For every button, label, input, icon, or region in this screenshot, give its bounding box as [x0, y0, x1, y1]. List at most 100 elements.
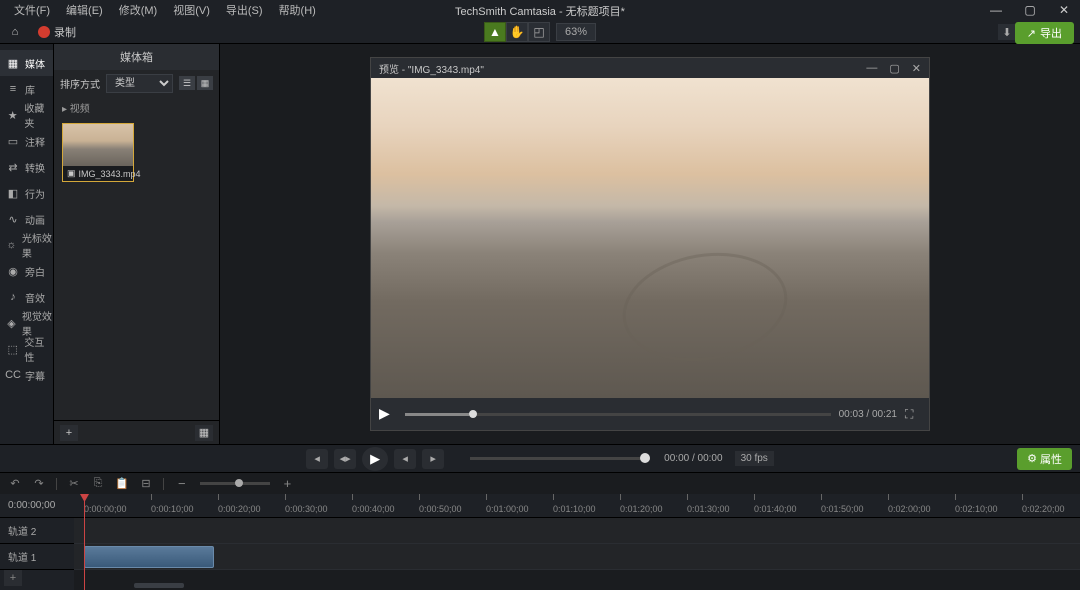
- animation-icon: ∿: [6, 213, 20, 226]
- zoom-out-icon[interactable]: −: [174, 476, 190, 491]
- ruler-tick: 0:02:20;00: [1022, 504, 1065, 514]
- view-list-icon[interactable]: ☰: [179, 76, 195, 90]
- track-row-1[interactable]: [74, 544, 1080, 570]
- menu-export[interactable]: 导出(S): [218, 2, 271, 18]
- step-fwd-button[interactable]: ◂: [394, 449, 416, 469]
- time-ruler[interactable]: 0:00:00;000:00:10;000:00:20;000:00:30;00…: [74, 494, 1080, 518]
- preview-play-button[interactable]: ▶: [379, 405, 397, 423]
- menu-file[interactable]: 文件(F): [6, 2, 58, 18]
- timeline-scrollbar[interactable]: [74, 582, 1080, 590]
- sidebar-item-interactivity[interactable]: ⬚交互性: [0, 336, 53, 362]
- sidebar-item-favorites[interactable]: ★收藏夹: [0, 102, 53, 128]
- track-row-2[interactable]: [74, 518, 1080, 544]
- sort-row: 排序方式 类型 ☰ ▦: [54, 70, 219, 96]
- sidebar-item-visual-effects[interactable]: ◈视觉效果: [0, 310, 53, 336]
- track-header-1[interactable]: 轨道 1: [0, 544, 74, 570]
- playback-knob[interactable]: [640, 453, 650, 463]
- preview-maximize-icon[interactable]: ▢: [889, 62, 899, 75]
- preview-scrubber[interactable]: [405, 413, 831, 416]
- timeline-clip[interactable]: [84, 546, 214, 568]
- menu-modify[interactable]: 修改(M): [111, 2, 166, 18]
- tracks-area[interactable]: 0:00:00;000:00:10;000:00:20;000:00:30;00…: [74, 494, 1080, 590]
- behavior-icon: ◧: [6, 187, 20, 200]
- timeline-toolbar: ↶ ↷ ✂ ⎘ 📋 ⊟ − +: [0, 472, 1080, 494]
- annotation-icon: ▭: [6, 135, 20, 148]
- cursor-effect-icon: ☼: [6, 239, 17, 251]
- timeline-zoom-slider[interactable]: [200, 482, 270, 485]
- sidebar-item-audio-effects[interactable]: ♪音效: [0, 284, 53, 310]
- sidebar-item-library[interactable]: ≡库: [0, 76, 53, 102]
- sidebar-item-captions[interactable]: CC字幕: [0, 362, 53, 388]
- add-media-button[interactable]: +: [60, 425, 78, 441]
- view-grid-icon[interactable]: ▦: [197, 76, 213, 90]
- download-icon[interactable]: ⬇: [998, 24, 1016, 40]
- hand-tool[interactable]: ✋: [506, 22, 528, 42]
- sidebar-item-annotations[interactable]: ▭注释: [0, 128, 53, 154]
- playback-slider[interactable]: [470, 457, 650, 460]
- caption-icon: CC: [6, 369, 20, 381]
- properties-button[interactable]: ⚙ 属性: [1017, 448, 1072, 470]
- home-icon[interactable]: ⌂: [6, 24, 24, 40]
- undo-icon[interactable]: ↶: [8, 477, 22, 491]
- ruler-tick: 0:01:00;00: [486, 504, 529, 514]
- record-button[interactable]: 录制: [32, 22, 82, 42]
- panel-title: 媒体箱: [54, 44, 219, 70]
- scrub-knob[interactable]: [469, 410, 477, 418]
- timeline: 0:00:00;00 轨道 2 轨道 1 0:00:00;000:00:10;0…: [0, 494, 1080, 590]
- preview-minimize-icon[interactable]: —: [866, 62, 877, 75]
- step-back-button[interactable]: ◂▸: [334, 449, 356, 469]
- next-frame-button[interactable]: ▸: [422, 449, 444, 469]
- playhead[interactable]: [84, 494, 85, 590]
- sidebar-item-cursor-effects[interactable]: ☼光标效果: [0, 232, 53, 258]
- thumb-image: [63, 124, 133, 166]
- sidebar-item-behaviors[interactable]: ◧行为: [0, 180, 53, 206]
- prev-frame-button[interactable]: ◂: [306, 449, 328, 469]
- sidebar-item-media[interactable]: ▦媒体: [0, 50, 53, 76]
- zoom-in-icon[interactable]: +: [280, 476, 296, 491]
- redo-icon[interactable]: ↷: [32, 477, 46, 491]
- ruler-tick: 0:00:40;00: [352, 504, 395, 514]
- media-icon: ▦: [6, 57, 20, 70]
- split-icon[interactable]: ⊟: [139, 477, 153, 491]
- crop-tool[interactable]: ◰: [528, 22, 550, 42]
- add-track-button[interactable]: +: [4, 570, 22, 586]
- cut-icon[interactable]: ✂: [67, 477, 81, 491]
- menu-view[interactable]: 视图(V): [165, 2, 218, 18]
- zoom-knob[interactable]: [235, 479, 243, 487]
- track-header-2[interactable]: 轨道 2: [0, 518, 74, 544]
- ruler-tick: 0:00:50;00: [419, 504, 462, 514]
- minimize-icon[interactable]: —: [984, 2, 1008, 18]
- menu-help[interactable]: 帮助(H): [271, 2, 324, 18]
- fps-display[interactable]: 30 fps: [735, 451, 774, 466]
- paste-icon[interactable]: 📋: [115, 477, 129, 491]
- preview-video-frame[interactable]: [371, 78, 929, 398]
- sidebar-item-voiceover[interactable]: ◉旁白: [0, 258, 53, 284]
- close-icon[interactable]: ✕: [1052, 2, 1076, 18]
- play-button[interactable]: ▶: [362, 447, 388, 471]
- interactivity-icon: ⬚: [6, 343, 19, 356]
- ruler-tick: 0:00:10;00: [151, 504, 194, 514]
- fullscreen-icon[interactable]: ⛶: [905, 407, 921, 422]
- record-dot-icon: [38, 26, 50, 38]
- menu-edit[interactable]: 编辑(E): [58, 2, 111, 18]
- ruler-tick: 0:00:00;00: [84, 504, 127, 514]
- zoom-percent[interactable]: 63%: [556, 23, 596, 41]
- cursor-tool[interactable]: ▲: [484, 22, 506, 42]
- sidebar-item-animations[interactable]: ∿动画: [0, 206, 53, 232]
- media-clip-thumb[interactable]: ▣IMG_3343.mp4: [62, 123, 134, 182]
- view-mode-button[interactable]: ▦: [195, 425, 213, 441]
- star-icon: ★: [6, 109, 19, 122]
- library-icon: ≡: [6, 83, 20, 95]
- ruler-tick: 0:02:10;00: [955, 504, 998, 514]
- export-button[interactable]: 导出: [1015, 22, 1074, 44]
- category-video[interactable]: ▸ 视频: [54, 96, 219, 119]
- canvas-area: 预览 - "IMG_3343.mp4" — ▢ ✕ ▶ 00:03 / 00:2…: [220, 44, 1080, 444]
- ruler-tick: 0:00:20;00: [218, 504, 261, 514]
- sort-select[interactable]: 类型: [106, 74, 173, 93]
- maximize-icon[interactable]: ▢: [1018, 2, 1042, 18]
- visual-icon: ◈: [6, 317, 17, 330]
- preview-close-icon[interactable]: ✕: [912, 62, 921, 75]
- record-label: 录制: [54, 24, 76, 40]
- sidebar-item-transitions[interactable]: ⇄转换: [0, 154, 53, 180]
- copy-icon[interactable]: ⎘: [91, 477, 105, 491]
